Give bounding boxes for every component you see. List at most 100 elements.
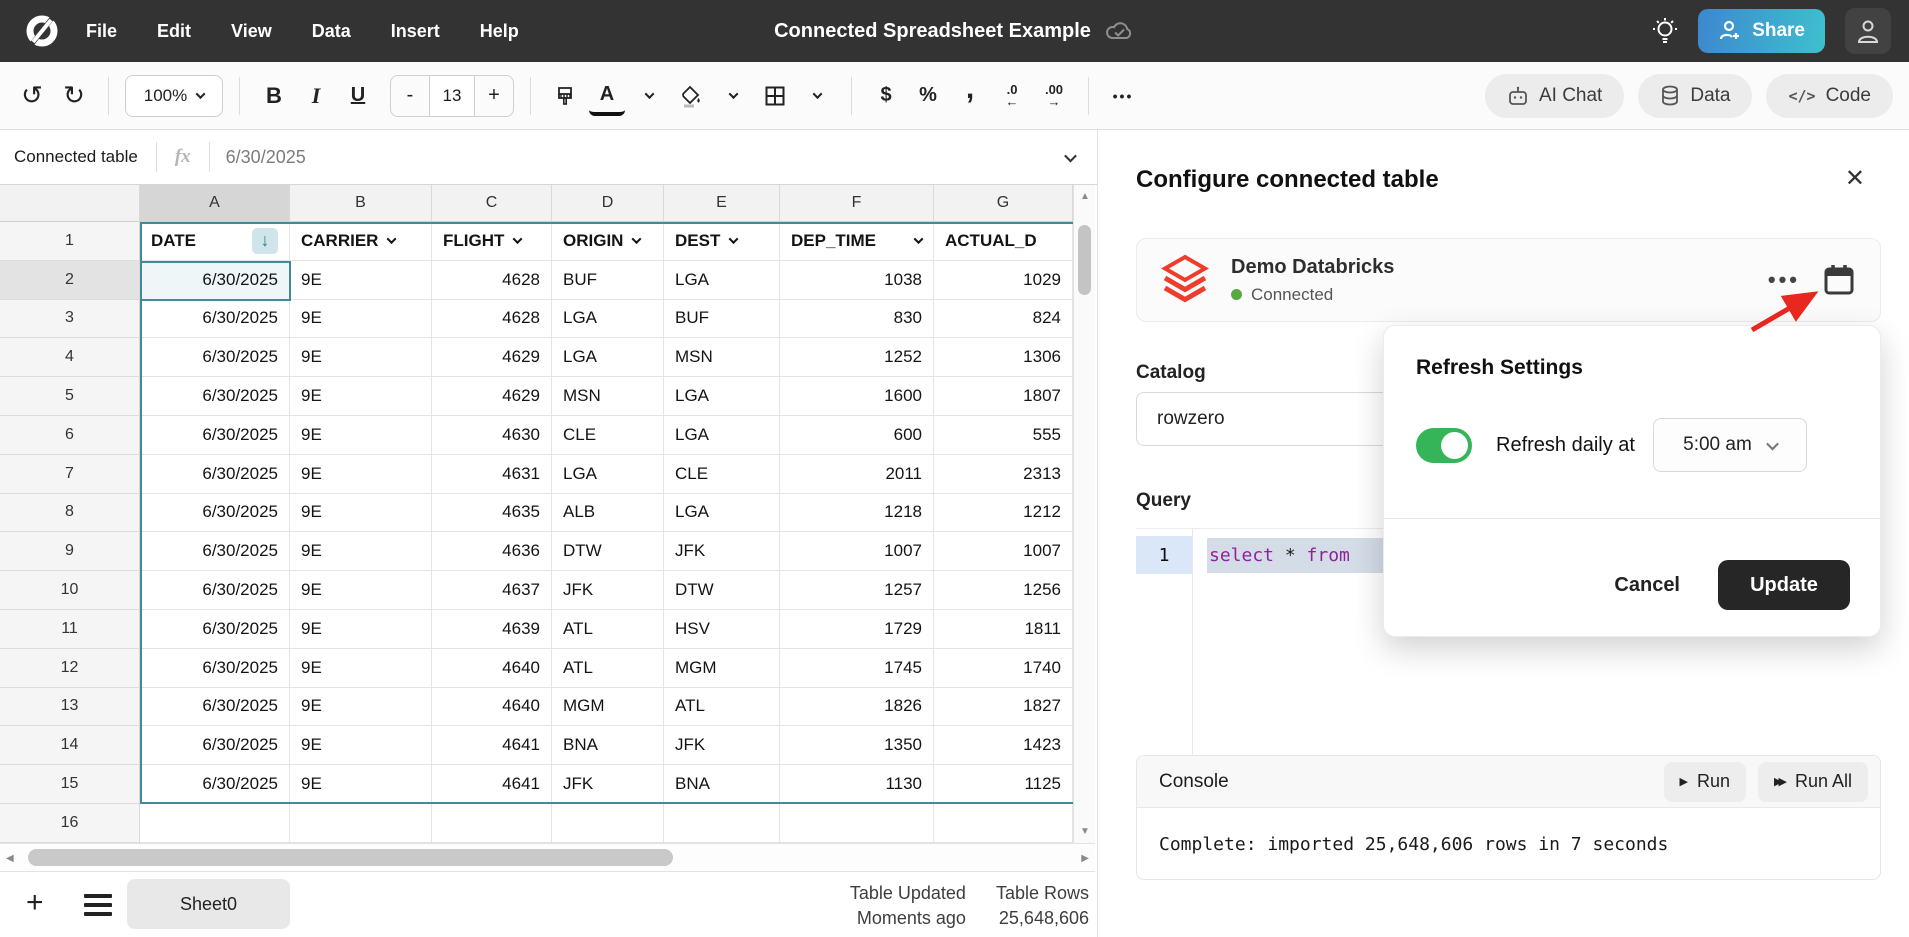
grid-cell-G4[interactable]: 1306 <box>934 338 1073 377</box>
connection-menu-button[interactable]: ••• <box>1768 267 1800 293</box>
grid-cell-F6[interactable]: 600 <box>780 416 934 455</box>
format-painter-button[interactable] <box>547 76 583 116</box>
grid-cell-D12[interactable]: ATL <box>552 649 664 688</box>
font-size-value[interactable]: 13 <box>429 76 475 116</box>
grid-cell-C8[interactable]: 4635 <box>432 494 552 533</box>
row-number-13[interactable]: 13 <box>0 688 140 727</box>
update-button[interactable]: Update <box>1718 560 1850 610</box>
grid-cell-D2[interactable]: BUF <box>552 261 664 300</box>
grid-cell-E7[interactable]: CLE <box>664 455 780 494</box>
grid-cell-E12[interactable]: MGM <box>664 649 780 688</box>
row-number-14[interactable]: 14 <box>0 726 140 765</box>
underline-button[interactable]: U <box>340 76 376 116</box>
row-number-5[interactable]: 5 <box>0 377 140 416</box>
grid-cell-D14[interactable]: BNA <box>552 726 664 765</box>
text-color-button[interactable]: A <box>589 76 625 116</box>
sheet-list-button[interactable] <box>84 894 112 916</box>
grid-cell-B6[interactable]: 9E <box>290 416 432 455</box>
grid-cell-D11[interactable]: ATL <box>552 610 664 649</box>
grid-cell-G5[interactable]: 1807 <box>934 377 1073 416</box>
percent-format-button[interactable]: % <box>910 76 946 116</box>
column-header-F[interactable]: F <box>780 185 934 222</box>
filter-chevron-icon[interactable] <box>513 235 523 245</box>
grid-cell-C11[interactable]: 4639 <box>432 610 552 649</box>
row-number-7[interactable]: 7 <box>0 455 140 494</box>
row-number-3[interactable]: 3 <box>0 300 140 339</box>
horizontal-scroll-thumb[interactable] <box>28 849 673 866</box>
grid-cell-B12[interactable]: 9E <box>290 649 432 688</box>
row-number-11[interactable]: 11 <box>0 610 140 649</box>
grid-cell-D8[interactable]: ALB <box>552 494 664 533</box>
grid-cell-B14[interactable]: 9E <box>290 726 432 765</box>
grid-cell-C6[interactable]: 4630 <box>432 416 552 455</box>
grid-cell-G7[interactable]: 2313 <box>934 455 1073 494</box>
grid-cell-A13[interactable]: 6/30/2025 <box>140 688 290 727</box>
query-code-line[interactable]: select * from <box>1193 536 1385 574</box>
grid-cell-B16[interactable] <box>290 804 432 843</box>
refresh-toggle[interactable] <box>1416 428 1472 463</box>
undo-button[interactable]: ↺ <box>14 76 50 116</box>
zoom-select[interactable]: 100% <box>125 75 223 117</box>
grid-cell-F16[interactable] <box>780 804 934 843</box>
grid-cell-C4[interactable]: 4629 <box>432 338 552 377</box>
grid-cell-D10[interactable]: JFK <box>552 571 664 610</box>
scroll-down-arrow-icon[interactable]: ▼ <box>1080 826 1090 837</box>
grid-cell-A12[interactable]: 6/30/2025 <box>140 649 290 688</box>
grid-cell-B7[interactable]: 9E <box>290 455 432 494</box>
grid-cell-E6[interactable]: LGA <box>664 416 780 455</box>
column-header-G[interactable]: G <box>934 185 1073 222</box>
grid-cell-A11[interactable]: 6/30/2025 <box>140 610 290 649</box>
grid-cell-F2[interactable]: 1038 <box>780 261 934 300</box>
grid-cell-E8[interactable]: LGA <box>664 494 780 533</box>
vertical-scrollbar[interactable]: ▲ ▼ <box>1073 185 1095 843</box>
grid-cell-D16[interactable] <box>552 804 664 843</box>
grid-cell-G8[interactable]: 1212 <box>934 494 1073 533</box>
grid-cell-D3[interactable]: LGA <box>552 300 664 339</box>
grid-cell-C12[interactable]: 4640 <box>432 649 552 688</box>
grid-cell-A6[interactable]: 6/30/2025 <box>140 416 290 455</box>
formula-bar-expand-chevron[interactable] <box>1064 149 1077 162</box>
grid-cell-G9[interactable]: 1007 <box>934 532 1073 571</box>
grid-cell-B3[interactable]: 9E <box>290 300 432 339</box>
grid-cell-B13[interactable]: 9E <box>290 688 432 727</box>
horizontal-scrollbar[interactable]: ◀ ▶ <box>0 843 1095 872</box>
table-header-DEST[interactable]: DEST <box>664 222 780 261</box>
grid-cell-B15[interactable]: 9E <box>290 765 432 804</box>
italic-button[interactable]: I <box>298 76 334 116</box>
grid-cell-B9[interactable]: 9E <box>290 532 432 571</box>
grid-cell-F3[interactable]: 830 <box>780 300 934 339</box>
row-number-8[interactable]: 8 <box>0 494 140 533</box>
row-number-1[interactable]: 1 <box>0 222 140 261</box>
grid-cell-E5[interactable]: LGA <box>664 377 780 416</box>
grid-cell-F9[interactable]: 1007 <box>780 532 934 571</box>
grid-cell-D7[interactable]: LGA <box>552 455 664 494</box>
grid-cell-G14[interactable]: 1423 <box>934 726 1073 765</box>
grid-cell-A3[interactable]: 6/30/2025 <box>140 300 290 339</box>
table-header-ORIGIN[interactable]: ORIGIN <box>552 222 664 261</box>
column-header-E[interactable]: E <box>664 185 780 222</box>
table-header-DATE[interactable]: DATE↓ <box>140 222 290 261</box>
grid-cell-G3[interactable]: 824 <box>934 300 1073 339</box>
increase-decimals-button[interactable]: .00→ <box>1036 76 1072 116</box>
close-icon[interactable]: ✕ <box>1845 164 1865 193</box>
grid-cell-D5[interactable]: MSN <box>552 377 664 416</box>
font-size-increase-button[interactable]: + <box>475 76 513 116</box>
cancel-button[interactable]: Cancel <box>1614 574 1680 597</box>
grid-cell-F13[interactable]: 1826 <box>780 688 934 727</box>
grid-cell-C13[interactable]: 4640 <box>432 688 552 727</box>
grid-cell-G15[interactable]: 1125 <box>934 765 1073 804</box>
rowzero-logo-icon[interactable] <box>24 13 60 49</box>
grid-cell-F8[interactable]: 1218 <box>780 494 934 533</box>
row-number-2[interactable]: 2 <box>0 261 140 300</box>
menu-insert[interactable]: Insert <box>391 21 440 42</box>
grid-cell-E3[interactable]: BUF <box>664 300 780 339</box>
table-header-DEP_TIME[interactable]: DEP_TIME <box>780 222 934 261</box>
grid-cell-B10[interactable]: 9E <box>290 571 432 610</box>
row-number-4[interactable]: 4 <box>0 338 140 377</box>
filter-chevron-icon[interactable] <box>387 235 397 245</box>
column-header-A[interactable]: A <box>140 185 290 222</box>
grid-cell-C3[interactable]: 4628 <box>432 300 552 339</box>
column-header-C[interactable]: C <box>432 185 552 222</box>
column-header-B[interactable]: B <box>290 185 432 222</box>
grid-cell-C16[interactable] <box>432 804 552 843</box>
